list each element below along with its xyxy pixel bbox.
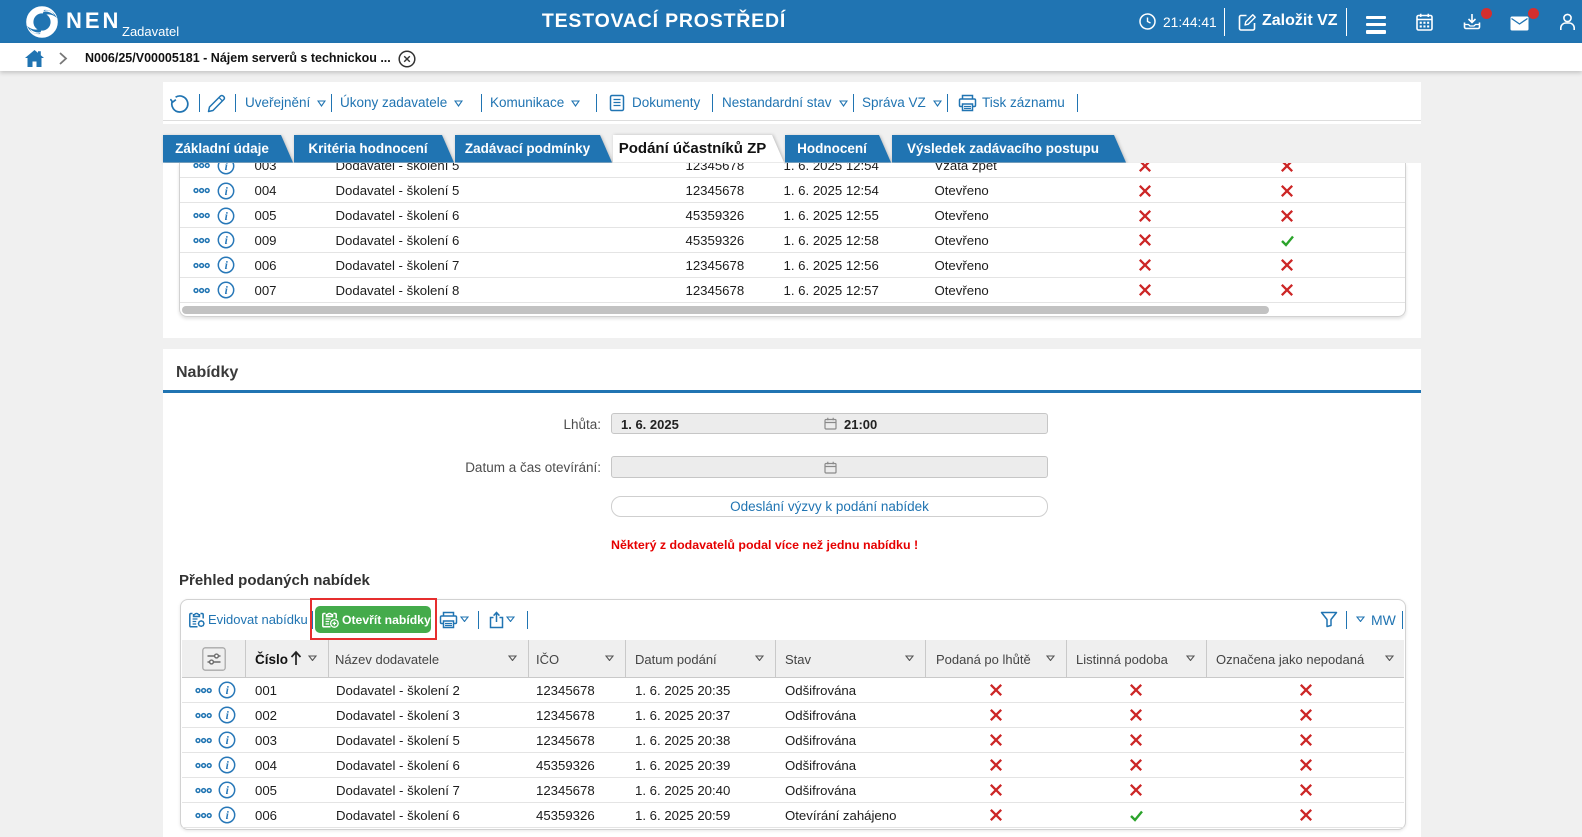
svg-text:i: i	[226, 710, 230, 722]
svg-text:i: i	[226, 685, 230, 697]
svg-text:i: i	[224, 186, 228, 198]
svg-text:i: i	[226, 810, 230, 822]
svg-text:i: i	[226, 760, 230, 772]
svg-text:i: i	[224, 163, 228, 173]
svg-text:i: i	[226, 785, 230, 797]
svg-text:i: i	[226, 735, 230, 747]
svg-text:i: i	[224, 236, 228, 248]
svg-text:i: i	[224, 285, 228, 297]
svg-text:i: i	[224, 261, 228, 273]
svg-text:i: i	[224, 211, 228, 223]
